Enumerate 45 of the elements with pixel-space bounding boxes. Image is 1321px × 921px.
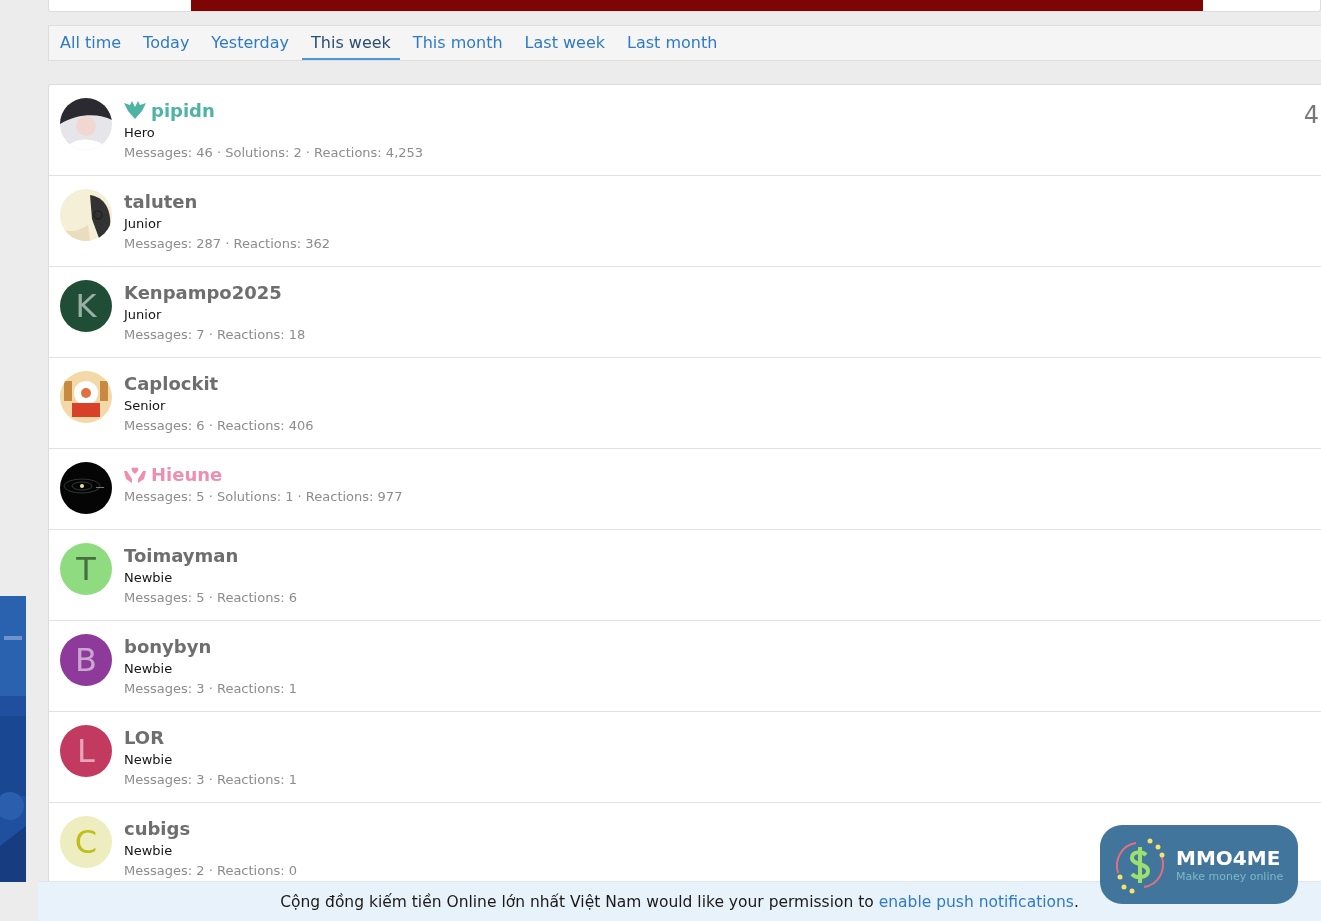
user-title: Junior [124, 306, 163, 324]
username-link[interactable]: taluten [124, 190, 198, 212]
tab[interactable]: Yesterday [202, 26, 299, 60]
username-link[interactable]: Caplockit [124, 372, 219, 394]
logo-name: MMO4ME [1176, 846, 1282, 870]
username-link[interactable]: Hieune [151, 463, 223, 485]
user-title: Newbie [124, 842, 174, 860]
member-stats: Messages: 2 · Reactions: 0 [124, 862, 297, 880]
avatar[interactable]: B [60, 634, 112, 686]
tab[interactable]: All time [51, 26, 131, 60]
user-title: Hero [124, 124, 156, 142]
hands-heart-icon [124, 465, 146, 483]
username-link[interactable]: pipidn [151, 99, 215, 121]
tab[interactable]: Today [134, 26, 199, 60]
tab[interactable]: Last week [515, 26, 615, 60]
username-link[interactable]: Toimayman [124, 544, 239, 566]
user-title: Newbie [124, 751, 174, 769]
username-link[interactable]: bonybyn [124, 635, 212, 657]
logo-badge[interactable]: MMO4ME Make money online [1100, 825, 1298, 904]
wing-emblem-icon [124, 101, 146, 119]
enable-notifications-link[interactable]: enable push notifications [878, 892, 1074, 911]
tab[interactable]: Last month [618, 26, 727, 60]
username-link[interactable]: LOR [124, 726, 164, 748]
member-stats: Messages: 5 · Solutions: 1 · Reactions: 977 [124, 488, 403, 506]
avatar[interactable]: L [60, 725, 112, 777]
member-stats: Messages: 287 · Reactions: 362 [124, 235, 331, 253]
member-stats: Messages: 46 · Solutions: 2 · Reactions: 4,253 [124, 144, 424, 162]
tab[interactable]: This week [302, 26, 400, 60]
user-title: Newbie [124, 569, 174, 587]
user-title: Junior [124, 215, 163, 233]
tab[interactable]: This month [403, 26, 512, 60]
push-notice-text: Cộng đồng kiếm tiền Online lớn nhất Việt Nam would like your permission to enable push notifications. [280, 892, 1079, 911]
logo-tagline: Make money online [1176, 870, 1284, 883]
member-stats: Messages: 7 · Reactions: 18 [124, 326, 306, 344]
member-stats: Messages: 3 · Reactions: 1 [124, 771, 297, 789]
avatar[interactable]: K [60, 280, 112, 332]
avatar[interactable]: T [60, 543, 112, 595]
user-title: Senior [124, 397, 167, 415]
user-title: Newbie [124, 660, 174, 678]
username-link[interactable]: cubigs [124, 817, 191, 839]
member-stats: Messages: 5 · Reactions: 6 [124, 589, 297, 607]
member-stats: Messages: 3 · Reactions: 1 [124, 680, 297, 698]
member-stats: Messages: 6 · Reactions: 406 [124, 417, 314, 435]
count-value: 4 [1303, 101, 1319, 129]
username-link[interactable]: Kenpampo2025 [124, 281, 282, 303]
